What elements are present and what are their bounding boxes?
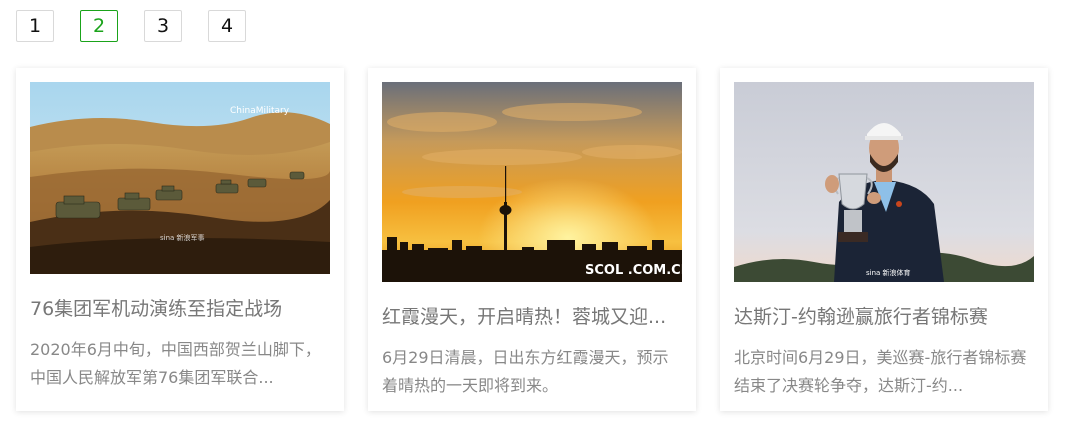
- watermark-chinamilitary: ChinaMilitary: [230, 106, 290, 116]
- watermark-sina: sina 新浪军事: [160, 233, 205, 242]
- page-button-3[interactable]: 3: [144, 10, 182, 42]
- page-button-2[interactable]: 2: [80, 10, 118, 42]
- news-card[interactable]: ChinaMilitary sina 新浪军事 76集团军机动演练至指定战场 2…: [16, 68, 344, 411]
- card-image-golfer-trophy[interactable]: sina 新浪体育: [734, 82, 1034, 282]
- news-card[interactable]: sina 新浪体育 达斯汀-约翰逊赢旅行者锦标赛 北京时间6月29日，美巡赛-旅…: [720, 68, 1048, 411]
- page-button-4[interactable]: 4: [208, 10, 246, 42]
- card-image-sunrise-city[interactable]: SCOL .COM.CN 四川在线: [382, 82, 682, 282]
- card-description: 2020年6月中旬，中国西部贺兰山脚下，中国人民解放军第76集团军联合...: [30, 340, 321, 387]
- watermark-scol: SCOL .COM.CN 四川在线: [585, 262, 682, 278]
- card-title[interactable]: 红霞漫天，开启晴热！蓉城又迎...: [382, 304, 682, 330]
- watermark-sina-sports: sina 新浪体育: [866, 268, 911, 277]
- card-description: 北京时间6月29日，美巡赛-旅行者锦标赛结束了决赛轮争夺，达斯汀-约...: [734, 348, 1027, 395]
- pagination: 1 2 3 4: [16, 10, 272, 42]
- card-description: 6月29日清晨，日出东方红霞漫天，预示着晴热的一天即将到来。: [382, 348, 669, 395]
- card-image-military-exercise[interactable]: ChinaMilitary sina 新浪军事: [30, 82, 330, 274]
- news-card-list: ChinaMilitary sina 新浪军事 76集团军机动演练至指定战场 2…: [16, 68, 1048, 411]
- page-button-1[interactable]: 1: [16, 10, 54, 42]
- news-card[interactable]: SCOL .COM.CN 四川在线 红霞漫天，开启晴热！蓉城又迎... 6月29…: [368, 68, 696, 411]
- card-title[interactable]: 76集团军机动演练至指定战场: [30, 296, 330, 322]
- card-title[interactable]: 达斯汀-约翰逊赢旅行者锦标赛: [734, 304, 1034, 330]
